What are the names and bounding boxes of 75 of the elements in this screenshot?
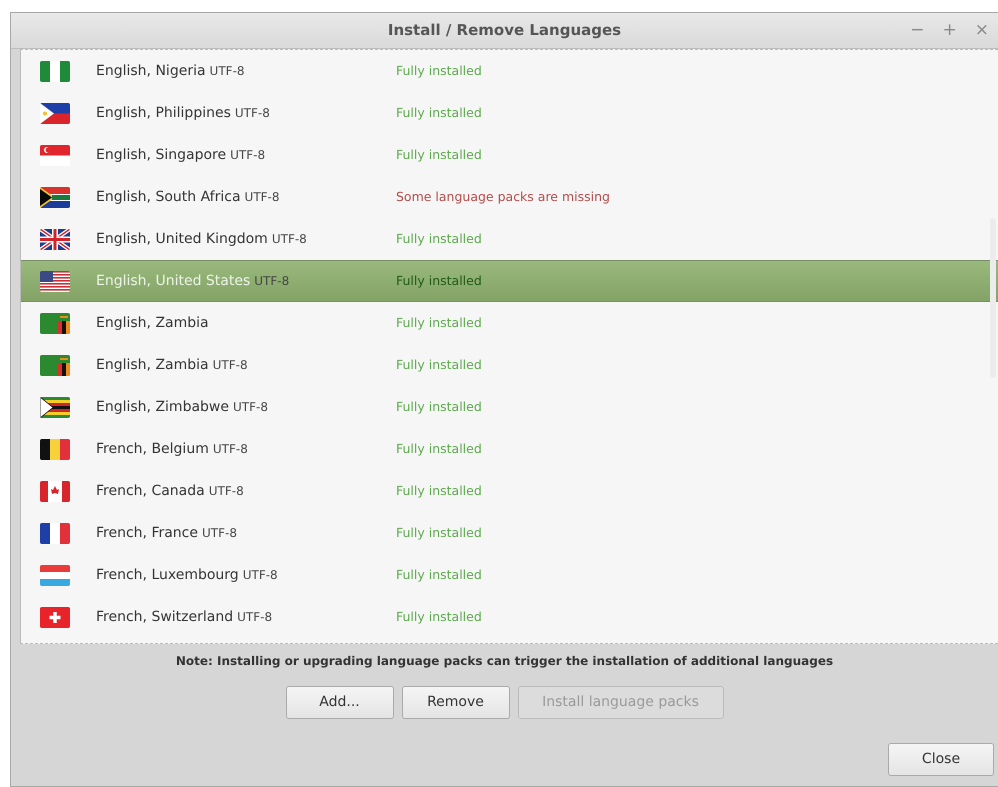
language-name: English, Philippines — [96, 104, 231, 120]
encoding-label: UTF-8 — [242, 568, 278, 582]
window-title: Install / Remove Languages — [388, 20, 622, 42]
encoding-label: UTF-8 — [202, 526, 237, 540]
language-row[interactable]: English, Philippines UTF-8 Fully installed — [21, 92, 998, 134]
language-row[interactable]: French, France UTF-8 Fully installed — [21, 512, 998, 554]
encoding-label: UTF-8 — [212, 442, 248, 456]
install-status: Fully installed — [396, 608, 482, 626]
encoding-label: UTF-8 — [212, 358, 248, 372]
encoding-label: UTF-8 — [208, 484, 244, 498]
language-name: French, Switzerland — [96, 608, 234, 624]
remove-button[interactable]: Remove — [402, 686, 510, 719]
encoding-label: UTF-8 — [254, 274, 290, 288]
encoding-label: UTF-8 — [237, 610, 272, 624]
language-row[interactable]: English, United Kingdom UTF-8 Fully installed — [21, 218, 998, 260]
flag-icon — [40, 312, 70, 334]
encoding-label: UTF-8 — [233, 400, 268, 414]
encoding-label: UTF-8 — [272, 232, 307, 246]
flag-icon — [40, 438, 70, 460]
install-status: Fully installed — [396, 104, 482, 122]
flag-icon — [40, 102, 70, 124]
close-button[interactable]: Close — [888, 743, 994, 776]
flag-icon — [40, 228, 70, 250]
encoding-label: UTF-8 — [244, 190, 280, 204]
language-row[interactable]: English, Nigeria UTF-8 Fully installed — [21, 50, 998, 92]
install-status: Fully installed — [396, 272, 482, 290]
language-row[interactable]: French, Luxembourg UTF-8 Fully installed — [21, 554, 998, 596]
install-status: Fully installed — [396, 482, 482, 500]
language-name: English, United States — [96, 272, 250, 288]
install-status: Fully installed — [396, 62, 482, 80]
language-name: English, South Africa — [96, 188, 241, 204]
language-row[interactable]: French, Canada UTF-8 Fully installed — [21, 470, 998, 512]
install-status: Fully installed — [396, 230, 482, 248]
language-name: French, Canada — [96, 482, 205, 498]
language-row[interactable]: English, Zimbabwe UTF-8 Fully installed — [21, 386, 998, 428]
add-button[interactable]: Add... — [286, 686, 394, 719]
language-row[interactable]: English, Zambia Fully installed — [21, 302, 998, 344]
language-name: English, United Kingdom — [96, 230, 268, 246]
language-name: English, Singapore — [96, 146, 226, 162]
language-name: English, Zambia — [96, 356, 209, 372]
install-status: Fully installed — [396, 314, 482, 332]
install-status: Fully installed — [396, 566, 482, 584]
language-row[interactable]: English, Zambia UTF-8 Fully installed — [21, 344, 998, 386]
language-name: English, Nigeria — [96, 62, 206, 78]
language-name: French, Belgium — [96, 440, 209, 456]
scrollbar[interactable] — [990, 218, 996, 378]
install-status: Fully installed — [396, 524, 482, 542]
encoding-label: UTF-8 — [234, 106, 270, 120]
encoding-label: UTF-8 — [210, 64, 245, 78]
install-status: Fully installed — [396, 146, 482, 164]
language-row[interactable]: English, Singapore UTF-8 Fully installed — [21, 134, 998, 176]
install-status: Some language packs are missing — [396, 188, 610, 206]
flag-icon — [40, 60, 70, 82]
install-status: Fully installed — [396, 398, 482, 416]
flag-icon — [40, 396, 70, 418]
language-row[interactable]: English, United States UTF-8 Fully installed — [21, 260, 998, 302]
install-status: Fully installed — [396, 356, 482, 374]
language-name: French, France — [96, 524, 198, 540]
flag-icon — [40, 564, 70, 586]
install-status: Fully installed — [396, 440, 482, 458]
flag-icon — [40, 354, 70, 376]
flag-icon — [40, 186, 70, 208]
language-row[interactable]: French, Belgium UTF-8 Fully installed — [21, 428, 998, 470]
flag-icon — [40, 144, 70, 166]
language-row[interactable]: French, Switzerland UTF-8 Fully installed — [21, 596, 998, 638]
language-name: French, Luxembourg — [96, 566, 239, 582]
encoding-label: UTF-8 — [230, 148, 266, 162]
flag-icon — [40, 480, 70, 502]
note-text: Note: Installing or upgrading language packs can trigger the installation of additional languages — [174, 653, 834, 670]
language-name: English, Zambia — [96, 314, 209, 330]
flag-icon — [40, 522, 70, 544]
language-name: English, Zimbabwe — [96, 398, 229, 414]
language-row[interactable]: English, South Africa UTF-8 Some language packs are missing — [21, 176, 998, 218]
flag-icon — [40, 270, 70, 292]
flag-icon — [40, 606, 70, 628]
